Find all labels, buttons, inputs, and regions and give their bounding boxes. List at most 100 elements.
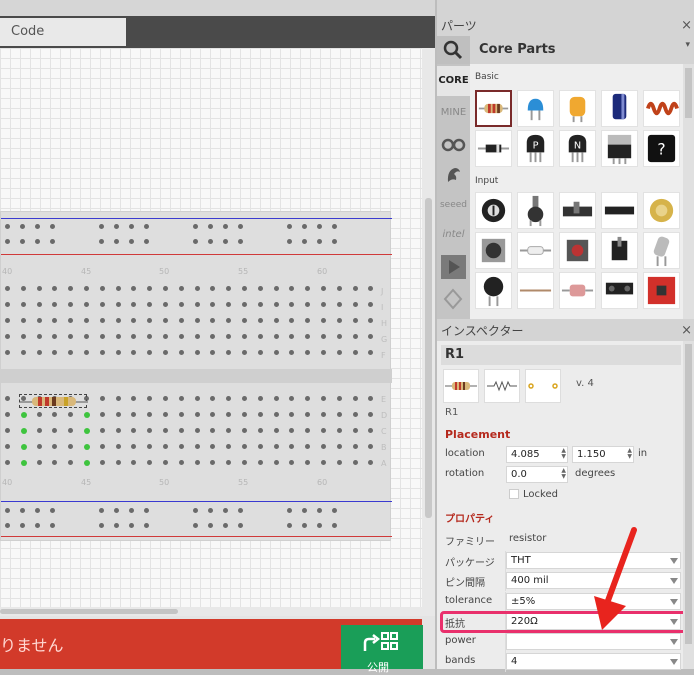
part-rotary-potentiometer[interactable] bbox=[517, 192, 554, 229]
tab-code[interactable]: Code bbox=[0, 18, 126, 46]
part-ir-sensor[interactable] bbox=[601, 272, 638, 309]
breadboard-hole bbox=[287, 239, 292, 244]
breadboard-hole bbox=[289, 350, 295, 355]
breadboard-hole bbox=[210, 302, 216, 307]
power-rail-red-line bbox=[1, 536, 392, 537]
canvas-vertical-scrollbar[interactable] bbox=[422, 48, 435, 616]
bands-select[interactable]: 4 bbox=[506, 653, 681, 670]
search-button[interactable] bbox=[437, 36, 470, 64]
breadboard-hole bbox=[163, 412, 168, 417]
bin-tab-core[interactable]: CORE bbox=[437, 66, 470, 96]
close-icon[interactable]: × bbox=[681, 16, 692, 36]
breadboard-hole bbox=[5, 350, 10, 355]
location-x-input[interactable]: 4.085 ▲ ▼ bbox=[506, 446, 568, 463]
scrollbar-thumb[interactable] bbox=[0, 609, 178, 614]
breadboard-hole bbox=[5, 428, 10, 433]
breadboard-canvas[interactable]: 40 45 50 55 60 40 45 50 55 60 J I H G F … bbox=[0, 48, 422, 616]
scrollbar-thumb[interactable] bbox=[685, 344, 692, 644]
canvas-horizontal-scrollbar[interactable] bbox=[0, 607, 422, 616]
part-inductor[interactable] bbox=[643, 90, 680, 127]
spinner-icon[interactable]: ▲ ▼ bbox=[561, 448, 566, 460]
breadboard[interactable]: 40 45 50 55 60 40 45 50 55 60 J I H G F … bbox=[0, 211, 392, 541]
breadboard-hole bbox=[36, 318, 42, 323]
part-npn-transistor[interactable]: N bbox=[559, 130, 596, 167]
bin-tab-fritzing[interactable] bbox=[437, 160, 470, 190]
part-photocell[interactable] bbox=[475, 272, 512, 309]
breadboard-hole bbox=[352, 302, 358, 307]
spinner-icon[interactable]: ▲ ▼ bbox=[561, 468, 566, 480]
spinner-icon[interactable]: ▲ ▼ bbox=[627, 448, 632, 460]
breadboard-hole bbox=[52, 444, 58, 449]
bin-tab-sparkfun[interactable] bbox=[437, 284, 470, 314]
part-potentiometer[interactable] bbox=[475, 192, 512, 229]
breadboard-hole bbox=[332, 523, 337, 528]
breadboard-hole bbox=[35, 508, 40, 513]
part-tilt-switch[interactable] bbox=[643, 232, 680, 269]
inspector-scrollbar[interactable] bbox=[683, 341, 694, 669]
rotary-potentiometer-icon bbox=[527, 195, 544, 227]
breadboard-hole bbox=[321, 396, 326, 401]
breadboard-hole bbox=[163, 444, 168, 449]
breadboard-hole bbox=[99, 318, 105, 323]
bin-tab-play[interactable] bbox=[437, 252, 470, 282]
breadboard-hole bbox=[302, 523, 307, 528]
breadboard-hole bbox=[368, 334, 374, 339]
location-y-input[interactable]: 1.150 ▲ ▼ bbox=[572, 446, 634, 463]
part-resistor[interactable] bbox=[475, 90, 512, 127]
rotation-input[interactable]: 0.0 ▲ ▼ bbox=[506, 466, 568, 483]
part-piezo[interactable] bbox=[643, 192, 680, 229]
scrollbar-thumb[interactable] bbox=[425, 198, 432, 518]
bin-tab-mine[interactable]: MINE bbox=[437, 98, 470, 128]
pcb-view-image bbox=[525, 369, 561, 403]
breadboard-hole bbox=[332, 508, 337, 513]
locked-checkbox[interactable] bbox=[509, 489, 519, 499]
part-pnp-transistor[interactable]: P bbox=[517, 130, 554, 167]
part-fet-transistor[interactable] bbox=[601, 130, 638, 167]
close-icon[interactable]: × bbox=[681, 321, 692, 341]
share-button[interactable]: 公開 bbox=[341, 625, 423, 674]
part-toggle-switch[interactable] bbox=[601, 232, 638, 269]
part-wire[interactable] bbox=[517, 272, 554, 309]
part-reed-switch[interactable] bbox=[517, 232, 554, 269]
bin-tab-seeed[interactable]: seeed bbox=[437, 190, 470, 220]
part-rotary-encoder[interactable] bbox=[475, 232, 512, 269]
chevron-down-icon bbox=[670, 599, 678, 605]
resistor-r1-selected[interactable] bbox=[19, 394, 88, 408]
breadboard-hole bbox=[147, 286, 153, 291]
breadboard-hole bbox=[352, 396, 358, 401]
breadboard-hole bbox=[147, 412, 153, 417]
part-header[interactable] bbox=[601, 192, 638, 229]
part-slide-potentiometer[interactable] bbox=[559, 192, 596, 229]
column-number: 50 bbox=[159, 267, 170, 276]
share-label: 公開 bbox=[367, 661, 389, 674]
column-number: 50 bbox=[159, 478, 170, 487]
bin-menu-icon[interactable]: ▾ bbox=[685, 40, 690, 50]
part-pushbutton[interactable] bbox=[559, 232, 596, 269]
breadboard-hole bbox=[193, 224, 198, 229]
breadboard-hole bbox=[226, 302, 232, 307]
location-label: location bbox=[445, 448, 485, 459]
part-electrolytic-capacitor[interactable] bbox=[601, 90, 638, 127]
part-accelerometer-board[interactable] bbox=[643, 272, 680, 309]
part-mystery[interactable]: ? bbox=[643, 130, 680, 167]
scrollbar-thumb[interactable] bbox=[685, 68, 692, 118]
breadboard-hole bbox=[287, 508, 292, 513]
part-temperature-sensor[interactable] bbox=[559, 272, 596, 309]
part-tantalum-capacitor[interactable] bbox=[559, 90, 596, 127]
breadboard-hole bbox=[223, 508, 228, 513]
pin-spacing-label: ピン間隔 bbox=[445, 578, 485, 589]
breadboard-hole bbox=[131, 302, 137, 307]
bin-tab-intel[interactable]: intel bbox=[437, 220, 470, 250]
breadboard-hole bbox=[36, 302, 42, 307]
breadboard-hole bbox=[114, 523, 119, 528]
bin-tab-arduino[interactable] bbox=[437, 130, 470, 160]
row-letter: F bbox=[381, 351, 386, 360]
parts-scrollbar[interactable] bbox=[683, 64, 694, 319]
breadboard-hole bbox=[368, 350, 374, 355]
breadboard-hole bbox=[273, 396, 279, 401]
breadboard-hole bbox=[115, 302, 121, 307]
part-ceramic-capacitor[interactable] bbox=[517, 90, 554, 127]
breadboard-hole bbox=[305, 428, 311, 433]
part-diode[interactable] bbox=[475, 130, 512, 167]
breadboard-hole bbox=[257, 396, 263, 401]
